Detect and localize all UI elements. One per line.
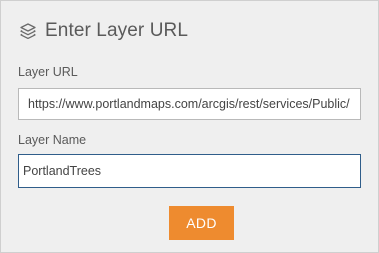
layer-url-input[interactable] xyxy=(18,88,361,120)
enter-layer-url-panel: Enter Layer URL Layer URL Layer Name ADD xyxy=(0,0,379,253)
add-button[interactable]: ADD xyxy=(169,206,234,240)
layer-name-label: Layer Name xyxy=(18,133,87,147)
layer-name-input[interactable] xyxy=(18,154,361,188)
panel-header: Enter Layer URL xyxy=(19,18,188,44)
panel-title: Enter Layer URL xyxy=(45,20,189,41)
layers-icon xyxy=(19,22,37,40)
layer-url-label: Layer URL xyxy=(18,65,78,79)
